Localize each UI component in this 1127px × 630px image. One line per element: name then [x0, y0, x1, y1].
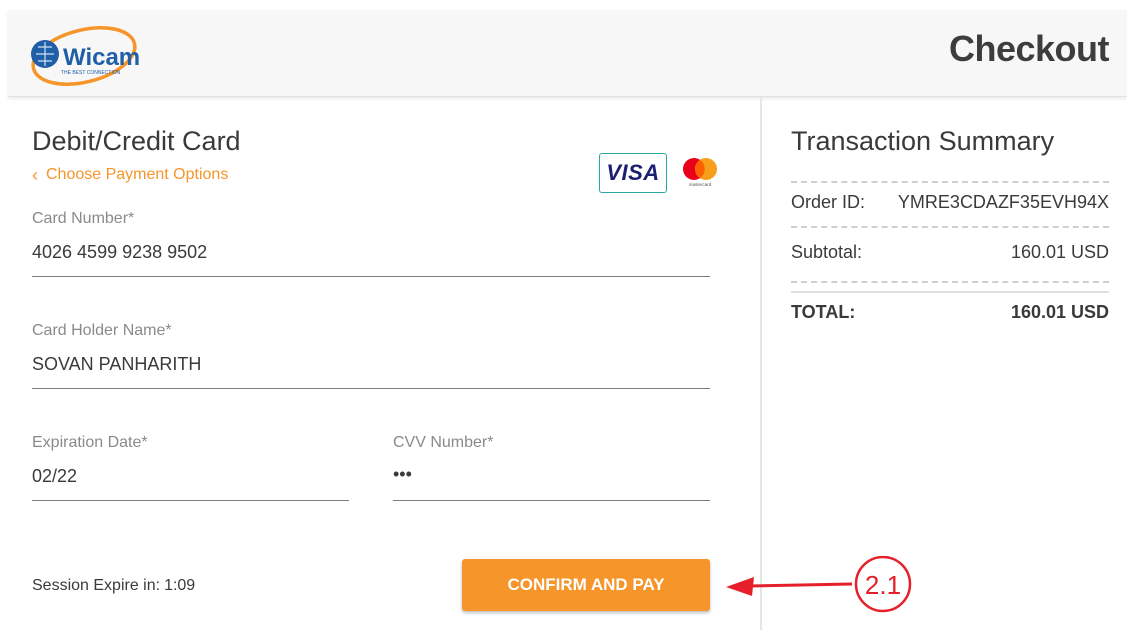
mastercard-label: mastercard [689, 182, 712, 187]
header-bar: Wicam THE BEST CONNECTION Checkout [8, 10, 1127, 97]
card-number-underline [32, 276, 710, 277]
back-link-label: Choose Payment Options [46, 166, 229, 183]
card-number-label: Card Number* [32, 210, 135, 227]
logo-wordmark: Wicam [63, 44, 140, 71]
payment-method-title: Debit/Credit Card [32, 126, 241, 156]
total-row: TOTAL: 160.01 USD [791, 302, 1109, 323]
annotation-arrow-line [747, 582, 853, 588]
summary-divider [791, 226, 1109, 228]
subtotal-label: Subtotal: [791, 242, 863, 262]
step-number: 2.1 [865, 570, 901, 600]
choose-payment-options-link[interactable]: ‹ Choose Payment Options [32, 166, 228, 184]
expiration-date-label: Expiration Date* [32, 434, 148, 451]
session-label: Session Expire in: [32, 577, 161, 594]
confirm-and-pay-button[interactable]: CONFIRM AND PAY [462, 559, 710, 611]
order-id-row: Order ID: YMRE3CDAZF35EVH94X [791, 192, 1109, 213]
logo-tagline: THE BEST CONNECTION [61, 70, 121, 76]
subtotal-row: Subtotal: 160.01 USD [791, 242, 1109, 263]
summary-total-divider [791, 291, 1109, 293]
subtotal-value: 160.01 USD [1010, 242, 1109, 262]
cvv-input[interactable]: ••• [393, 464, 412, 485]
visa-icon: VISA [599, 153, 667, 193]
cvv-label: CVV Number* [393, 434, 494, 451]
card-holder-input[interactable]: SOVAN PANHARITH [32, 354, 201, 375]
step-annotation: 2.1 [726, 556, 912, 613]
summary-divider [791, 181, 1109, 183]
card-number-input[interactable]: 4026 4599 9238 9502 [32, 242, 207, 263]
mastercard-icon: mastercard [683, 158, 717, 187]
chevron-left-icon: ‹ [32, 165, 38, 185]
order-id-value: YMRE3CDAZF35EVH94X [897, 192, 1109, 212]
card-holder-underline [32, 388, 710, 389]
page-title: Checkout [948, 28, 1110, 69]
panel-divider [760, 97, 762, 630]
transaction-summary-title: Transaction Summary [791, 126, 1055, 156]
order-id-label: Order ID: [791, 192, 866, 212]
expiration-date-underline [32, 500, 349, 501]
cvv-underline [393, 500, 710, 501]
total-label: TOTAL: [791, 302, 856, 322]
wicam-logo[interactable]: Wicam THE BEST CONNECTION [28, 18, 142, 92]
card-holder-label: Card Holder Name* [32, 322, 172, 339]
session-time: 1:09 [164, 577, 196, 594]
arrow-left-icon [726, 577, 754, 596]
session-timer: Session Expire in: 1:09 [32, 577, 195, 595]
total-value: 160.01 USD [1010, 302, 1109, 322]
summary-divider [791, 281, 1109, 283]
expiration-date-input[interactable]: 02/22 [32, 466, 77, 487]
